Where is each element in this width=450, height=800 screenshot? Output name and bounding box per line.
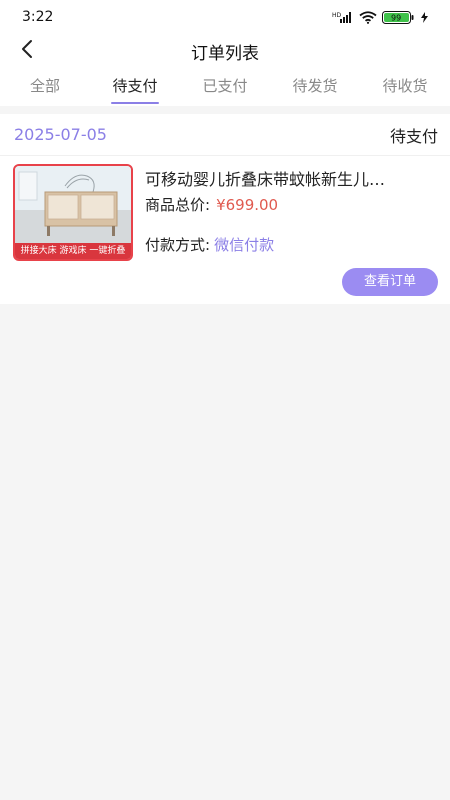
tab-pending-payment[interactable]: 待支付 — [105, 68, 165, 106]
page-title: 订单列表 — [191, 43, 259, 64]
signal-icon: HD — [332, 11, 354, 23]
tab-pending-receipt[interactable]: 待收货 — [375, 68, 435, 106]
tab-pending-shipment[interactable]: 待发货 — [285, 68, 345, 106]
view-order-button[interactable]: 查看订单 — [342, 268, 438, 296]
charging-icon — [421, 11, 428, 23]
product-name[interactable]: 可移动婴儿折叠床带蚊帐新生儿… — [145, 166, 440, 190]
status-bar: 3:22 HD 99 — [0, 0, 450, 34]
payment-method-row: 付款方式: 微信付款 — [145, 234, 274, 255]
status-time: 3:22 — [22, 9, 54, 25]
tab-all[interactable]: 全部 — [15, 68, 75, 106]
product-image-banner: 拼接大床 游戏床 一键折叠 — [15, 243, 131, 259]
order-body: 拼接大床 游戏床 一键折叠 可移动婴儿折叠床带蚊帐新生儿… 商品总价: ¥699.… — [0, 156, 450, 304]
price-row: 商品总价: ¥699.00 — [145, 194, 278, 215]
order-tabs: 全部 待支付 已支付 待发货 待收货 — [0, 68, 450, 106]
payment-method-label: 付款方式: — [145, 236, 211, 254]
price-label: 商品总价: — [145, 196, 211, 214]
battery-icon: 99 — [382, 10, 416, 24]
order-status: 待支付 — [389, 126, 438, 146]
payment-method-value: 微信付款 — [214, 236, 275, 254]
status-icons: HD 99 — [332, 10, 428, 24]
price-value: ¥699.00 — [216, 196, 279, 214]
order-card: 2025-07-05 待支付 拼接大床 游戏床 一键折叠 可移动婴儿折叠床带蚊帐… — [0, 114, 450, 304]
order-date: 2025-07-05 — [14, 125, 107, 144]
chevron-left-icon — [20, 39, 34, 63]
tab-paid[interactable]: 已支付 — [195, 68, 255, 106]
order-header: 2025-07-05 待支付 — [0, 114, 450, 156]
wifi-icon — [359, 10, 377, 24]
product-image[interactable]: 拼接大床 游戏床 一键折叠 — [13, 164, 133, 261]
nav-bar: 订单列表 — [0, 34, 450, 68]
battery-level: 99 — [391, 13, 401, 22]
back-button[interactable] — [12, 36, 42, 66]
network-label: HD — [332, 12, 342, 19]
